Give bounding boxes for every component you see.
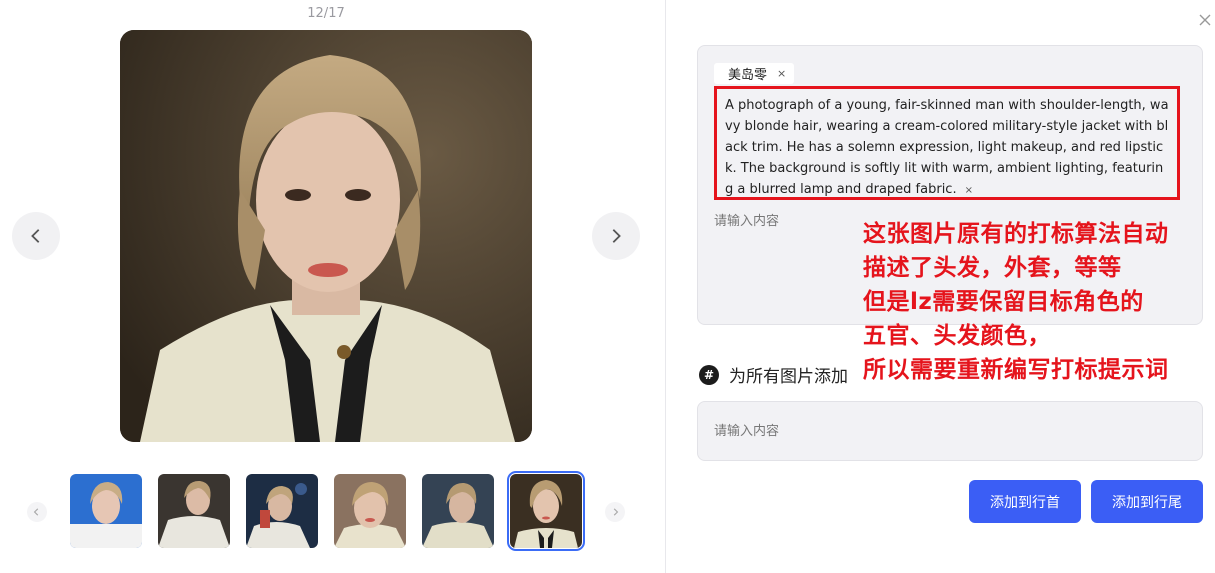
panel-divider: [665, 0, 666, 573]
thumbs-next-button[interactable]: [605, 502, 625, 522]
chevron-right-icon: [612, 229, 621, 243]
close-icon[interactable]: [1197, 12, 1213, 28]
thumbnail[interactable]: [158, 474, 230, 548]
add-to-all-section: # 为所有图片添加: [699, 362, 848, 387]
annotation-line: 所以需要重新编写打标提示词: [863, 357, 1169, 383]
chevron-left-icon: [33, 508, 39, 516]
trigger-tag-label: 美岛零: [728, 68, 768, 83]
thumbnail[interactable]: [422, 474, 494, 548]
add-to-all-label: 为所有图片添加: [729, 367, 848, 387]
chevron-left-icon: [31, 229, 40, 243]
add-to-end-button[interactable]: 添加到行尾: [1091, 480, 1203, 523]
chevron-right-icon: [613, 508, 619, 516]
caption-tag: A photograph of a young, fair-skinned ma…: [714, 86, 1180, 200]
thumbnail-strip: [70, 471, 585, 551]
annotation-line: 五官、头发颜色，: [863, 323, 1051, 349]
add-to-all-input[interactable]: 请输入内容: [697, 401, 1203, 461]
annotation-line: 描述了头发，外套，等等: [863, 255, 1122, 281]
image-viewer-panel: 12/17: [0, 0, 665, 573]
add-to-start-button[interactable]: 添加到行首: [969, 480, 1081, 523]
thumbnail[interactable]: [334, 474, 406, 548]
caption-input-placeholder[interactable]: 请输入内容: [714, 210, 779, 229]
red-annotation: 这张图片原有的打标算法自动 描述了头发，外套，等等 但是lz需要保留目标角色的 …: [863, 217, 1208, 387]
annotation-line: 这张图片原有的打标算法自动: [863, 221, 1169, 247]
remove-caption-icon[interactable]: ×: [965, 180, 973, 201]
remove-tag-icon[interactable]: ×: [777, 67, 786, 80]
next-image-button[interactable]: [592, 212, 640, 260]
thumbs-prev-button[interactable]: [27, 502, 47, 522]
image-counter: 12/17: [307, 6, 345, 21]
thumbnail[interactable]: [246, 474, 318, 548]
caption-text: A photograph of a young, fair-skinned ma…: [725, 98, 1169, 197]
main-image: [120, 30, 532, 442]
trigger-tag: 美岛零 ×: [714, 63, 795, 84]
annotation-line: 但是lz需要保留目标角色的: [863, 289, 1144, 315]
prev-image-button[interactable]: [12, 212, 60, 260]
thumbnail[interactable]: [70, 474, 142, 548]
thumbnail-selected[interactable]: [507, 471, 585, 551]
hashtag-icon: #: [699, 364, 719, 385]
